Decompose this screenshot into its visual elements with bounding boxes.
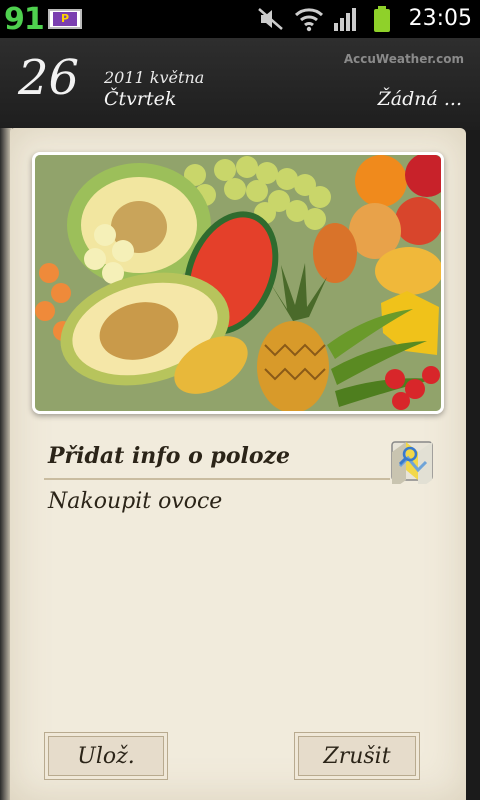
status-bar: 91 P 23:05 [0,0,480,38]
notification-count: 91 [4,2,45,37]
parking-label: P [53,12,77,26]
fruit-image [35,155,441,411]
clock: 23:05 [408,6,472,31]
wifi-icon [294,8,324,32]
year-month: 2011 května [104,68,205,87]
title-divider [44,478,390,480]
mute-icon [258,8,283,30]
map-icon[interactable] [390,438,436,484]
weather-provider: AccuWeather.com [343,52,464,66]
save-button[interactable]: Ulož. [44,732,168,780]
event-photo[interactable] [32,152,444,414]
day-number: 26 [18,50,80,106]
signal-icon [334,8,356,31]
weekday: Čtvrtek [104,88,177,110]
parking-icon: P [48,9,82,29]
event-note[interactable]: Nakoupit ovoce [48,489,222,514]
cancel-button[interactable]: Zrušit [294,732,420,780]
weather-link[interactable]: Žádná ... [378,88,462,110]
date-header: AccuWeather.com 26 2011 května Čtvrtek Ž… [0,38,480,130]
battery-icon [374,6,390,32]
add-location-label[interactable]: Přidat info o poloze [48,443,290,469]
